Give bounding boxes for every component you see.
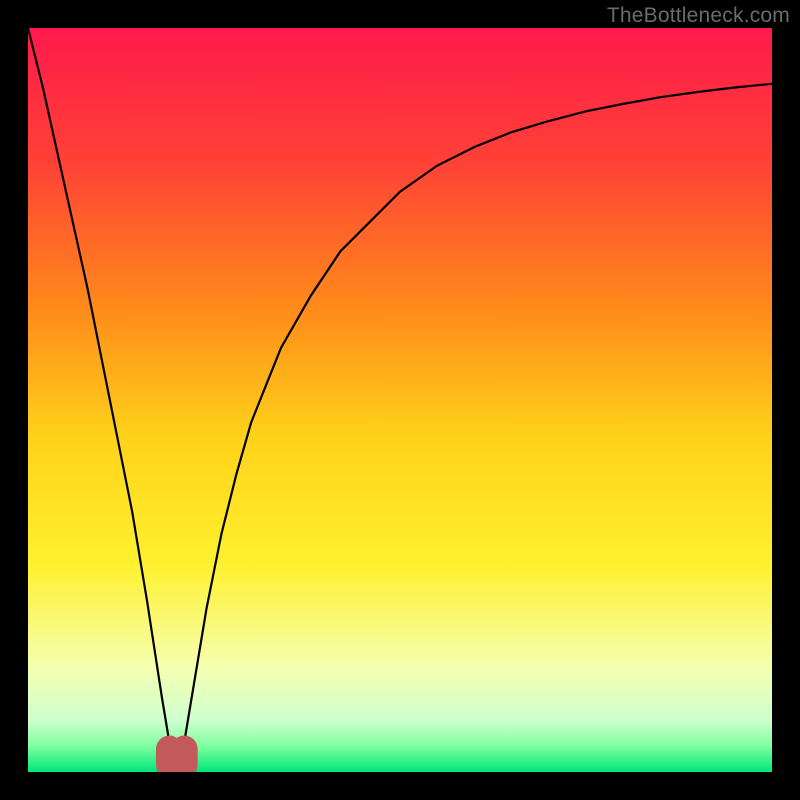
gradient-background — [28, 28, 772, 772]
watermark-text: TheBottleneck.com — [607, 4, 790, 28]
chart-frame: TheBottleneck.com — [0, 0, 800, 800]
optimal-marker — [169, 749, 184, 769]
plot-area — [28, 28, 772, 772]
bottleneck-curve-chart — [28, 28, 772, 772]
